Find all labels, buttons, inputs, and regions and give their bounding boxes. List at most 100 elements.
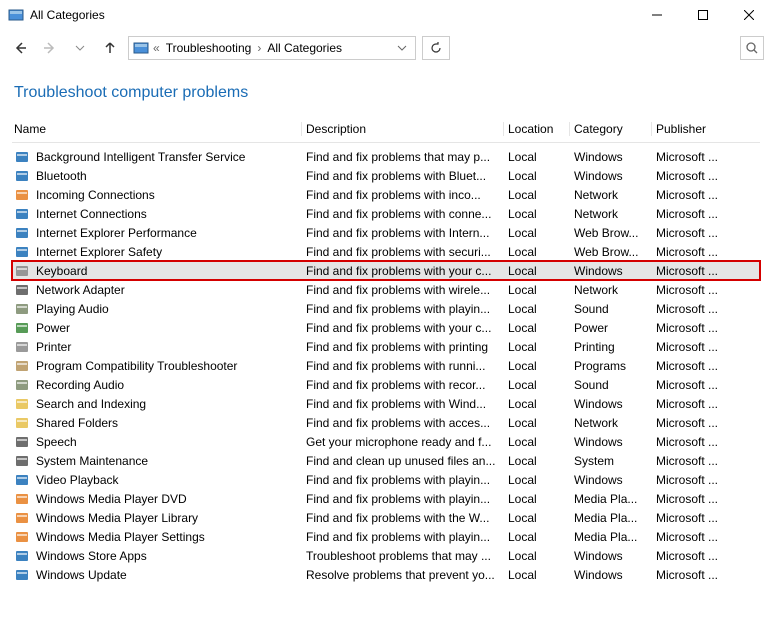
row-publisher: Microsoft ... (652, 245, 760, 259)
row-publisher: Microsoft ... (652, 473, 760, 487)
location-icon (133, 40, 149, 56)
row-location: Local (504, 568, 570, 582)
address-dropdown-icon[interactable] (393, 43, 411, 53)
row-name-text: Bluetooth (36, 169, 87, 183)
window-title: All Categories (30, 8, 634, 22)
row-category: Media Pla... (570, 492, 652, 506)
row-category: Sound (570, 302, 652, 316)
table-row[interactable]: Windows Store AppsTroubleshoot problems … (12, 546, 760, 565)
row-description: Find and fix problems with wirele... (302, 283, 504, 297)
table-row[interactable]: Internet Explorer PerformanceFind and fi… (12, 223, 760, 242)
table-row[interactable]: Windows UpdateResolve problems that prev… (12, 565, 760, 584)
row-publisher: Microsoft ... (652, 378, 760, 392)
row-description: Find and fix problems with playin... (302, 530, 504, 544)
row-location: Local (504, 283, 570, 297)
table-row[interactable]: Internet ConnectionsFind and fix problem… (12, 204, 760, 223)
table-row[interactable]: Internet Explorer SafetyFind and fix pro… (12, 242, 760, 261)
breadcrumb-item-all-categories[interactable]: All Categories (263, 39, 346, 57)
row-publisher: Microsoft ... (652, 169, 760, 183)
column-header-category[interactable]: Category (570, 122, 652, 136)
table-row[interactable]: Shared FoldersFind and fix problems with… (12, 413, 760, 432)
column-header-location[interactable]: Location (504, 122, 570, 136)
row-description: Find and clean up unused files an... (302, 454, 504, 468)
table-row[interactable]: Windows Media Player SettingsFind and fi… (12, 527, 760, 546)
table-body: Background Intelligent Transfer ServiceF… (12, 147, 760, 584)
row-name-text: Windows Media Player DVD (36, 492, 187, 506)
row-publisher: Microsoft ... (652, 226, 760, 240)
row-name-text: System Maintenance (36, 454, 148, 468)
row-category: Windows (570, 473, 652, 487)
troubleshooter-icon (14, 263, 30, 279)
row-description: Find and fix problems with recor... (302, 378, 504, 392)
table-row[interactable]: PrinterFind and fix problems with printi… (12, 337, 760, 356)
row-location: Local (504, 150, 570, 164)
row-location: Local (504, 378, 570, 392)
minimize-button[interactable] (634, 0, 680, 30)
row-publisher: Microsoft ... (652, 568, 760, 582)
troubleshooter-icon (14, 187, 30, 203)
row-description: Find and fix problems with acces... (302, 416, 504, 430)
table-row[interactable]: Playing AudioFind and fix problems with … (12, 299, 760, 318)
breadcrumb-root-sep[interactable]: « (153, 41, 160, 55)
column-header-name[interactable]: Name (12, 122, 302, 136)
row-description: Find and fix problems with your c... (302, 264, 504, 278)
row-description: Find and fix problems with playin... (302, 473, 504, 487)
troubleshooter-icon (14, 529, 30, 545)
recent-dropdown-icon[interactable] (68, 36, 92, 60)
table-row[interactable]: Network AdapterFind and fix problems wit… (12, 280, 760, 299)
troubleshooter-icon (14, 168, 30, 184)
row-publisher: Microsoft ... (652, 454, 760, 468)
table-row[interactable]: Power Find and fix problems with your c..… (12, 318, 760, 337)
row-publisher: Microsoft ... (652, 340, 760, 354)
row-category: Network (570, 416, 652, 430)
table-row[interactable]: BluetoothFind and fix problems with Blue… (12, 166, 760, 185)
row-name-text: Video Playback (36, 473, 119, 487)
table-row[interactable]: Windows Media Player LibraryFind and fix… (12, 508, 760, 527)
row-category: Web Brow... (570, 226, 652, 240)
table-row[interactable]: Search and IndexingFind and fix problems… (12, 394, 760, 413)
table-row[interactable]: Background Intelligent Transfer ServiceF… (12, 147, 760, 166)
up-button[interactable] (98, 36, 122, 60)
troubleshooter-icon (14, 149, 30, 165)
row-location: Local (504, 264, 570, 278)
row-name-text: Internet Connections (36, 207, 147, 221)
table-row[interactable]: Recording Audio Find and fix problems wit… (12, 375, 760, 394)
row-name-text: Recording Audio (36, 378, 124, 392)
maximize-button[interactable] (680, 0, 726, 30)
row-description: Find and fix problems with securi... (302, 245, 504, 259)
row-location: Local (504, 454, 570, 468)
row-location: Local (504, 549, 570, 563)
row-publisher: Microsoft ... (652, 302, 760, 316)
row-location: Local (504, 359, 570, 373)
row-publisher: Microsoft ... (652, 188, 760, 202)
row-publisher: Microsoft ... (652, 397, 760, 411)
table-row[interactable]: Video Playback Find and fix problems with… (12, 470, 760, 489)
refresh-button[interactable] (422, 36, 450, 60)
forward-button[interactable] (38, 36, 62, 60)
table-header: Name Description Location Category Publi… (12, 122, 760, 143)
address-bar[interactable]: « Troubleshooting › All Categories (128, 36, 416, 60)
back-button[interactable] (8, 36, 32, 60)
table-row[interactable]: Incoming ConnectionsFind and fix problem… (12, 185, 760, 204)
column-header-description[interactable]: Description (302, 122, 504, 136)
search-button[interactable] (740, 36, 764, 60)
troubleshooter-icon (14, 339, 30, 355)
table-row[interactable]: SpeechGet your microphone ready and f...… (12, 432, 760, 451)
table-row[interactable]: Windows Media Player DVDFind and fix pro… (12, 489, 760, 508)
row-name-text: Power (36, 321, 70, 335)
row-description: Find and fix problems with your c... (302, 321, 504, 335)
column-header-publisher[interactable]: Publisher (652, 122, 760, 136)
row-publisher: Microsoft ... (652, 283, 760, 297)
row-publisher: Microsoft ... (652, 321, 760, 335)
table-row[interactable]: KeyboardFind and fix problems with your … (12, 261, 760, 280)
table-row[interactable]: Program Compatibility TroubleshooterFind… (12, 356, 760, 375)
row-description: Find and fix problems with Wind... (302, 397, 504, 411)
navigation-bar: « Troubleshooting › All Categories (0, 30, 772, 66)
row-category: Windows (570, 397, 652, 411)
breadcrumb-item-troubleshooting[interactable]: Troubleshooting (162, 39, 256, 57)
troubleshooter-icon (14, 510, 30, 526)
table-row[interactable]: System Maintenance Find and clean up unus… (12, 451, 760, 470)
close-button[interactable] (726, 0, 772, 30)
troubleshooter-icon (14, 358, 30, 374)
row-location: Local (504, 511, 570, 525)
